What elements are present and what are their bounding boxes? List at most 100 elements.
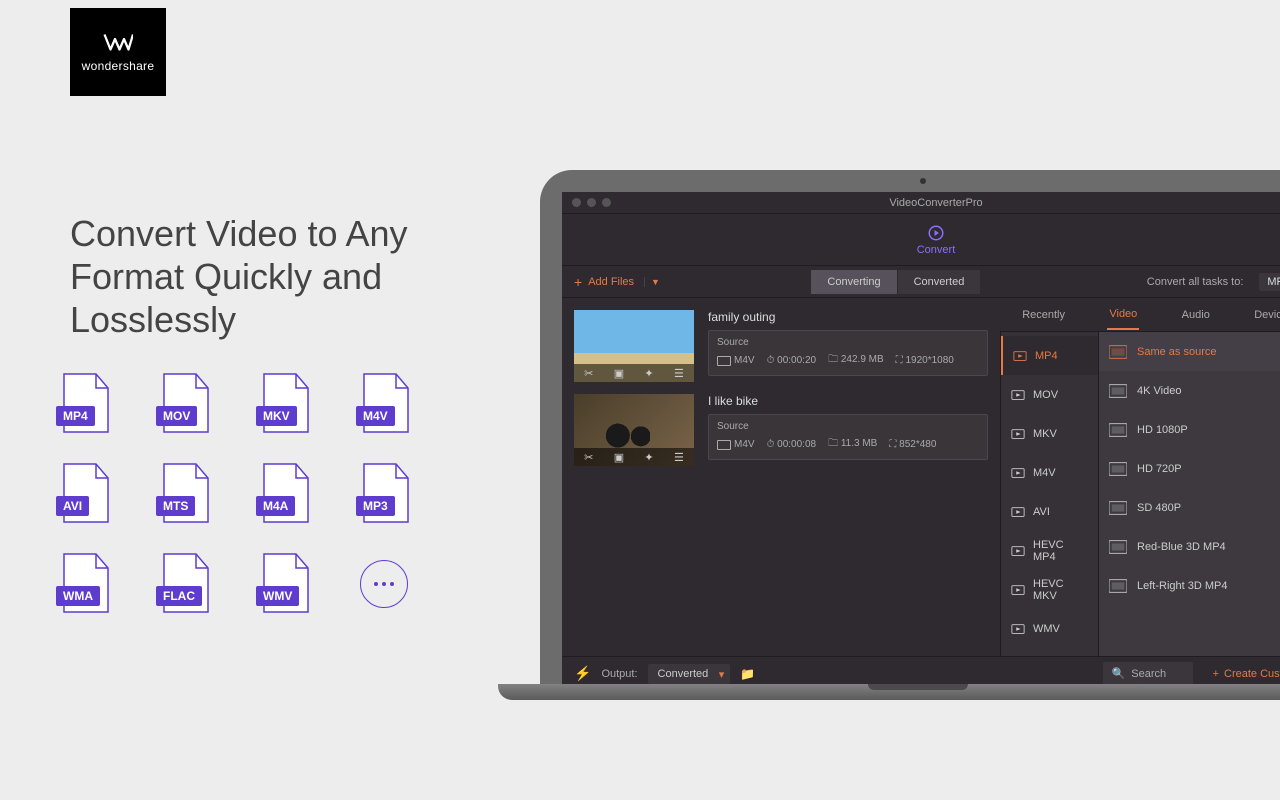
main-area: ✂ ▣ ✦ ☰ family outing Source M4V ⏱ 00:00… (562, 298, 1280, 656)
preset-item[interactable]: Same as sourceOrig (1099, 332, 1280, 371)
preset-label: SD 480P (1137, 502, 1181, 514)
seg-converting[interactable]: Converting (811, 270, 897, 294)
preset-label: HD 720P (1137, 463, 1182, 475)
preset-item[interactable]: HD 720P (1099, 449, 1280, 488)
task-thumbnail[interactable]: ✂ ▣ ✦ ☰ (574, 310, 694, 382)
window-title: VideoConverterPro (889, 197, 982, 209)
preset-label: Red-Blue 3D MP4 (1137, 541, 1226, 553)
type-label: M4V (1033, 467, 1056, 479)
camera-dot (920, 178, 926, 184)
type-mkv[interactable]: MKV (1001, 414, 1098, 453)
format-label: MKV (256, 406, 297, 426)
convert-all-value[interactable]: MP4 (1259, 273, 1280, 291)
task-title: family outing (708, 310, 988, 324)
fmt-stat: M4V (717, 355, 755, 366)
type-label: HEVC MP4 (1033, 539, 1088, 563)
type-label: WMV (1033, 623, 1060, 635)
size-stat: 🗀 11.3 MB (828, 436, 877, 453)
format-label: MTS (156, 496, 195, 516)
task-title: I like bike (708, 394, 988, 408)
format-m4v: M4V (360, 372, 412, 434)
convert-all-label: Convert all tasks to: (1147, 276, 1244, 288)
format-label: MP4 (56, 406, 95, 426)
status-segment: Converting Converted (811, 270, 981, 294)
trim-icon[interactable]: ✂ (584, 451, 593, 464)
app-screen: VideoConverterPro Convert Add Files ▼ Co… (562, 192, 1280, 690)
seg-converted[interactable]: Converted (898, 270, 982, 294)
cat-tab-audio[interactable]: Audio (1180, 309, 1212, 321)
format-grid: MP4 MOV MKV M4V AVI MTS M4A MP3 WMA FLAC WMV (60, 372, 460, 614)
type-mp4[interactable]: MP4 (1001, 336, 1098, 375)
format-mts: MTS (160, 462, 212, 524)
res-stat: ⛶ 852*480 (889, 439, 936, 450)
task-meta: family outing Source M4V ⏱ 00:00:20 🗀 24… (708, 310, 988, 382)
preset-item[interactable]: SD 480P (1099, 488, 1280, 527)
add-files-label: Add Files (588, 276, 634, 288)
traffic-lights[interactable] (572, 198, 611, 207)
output-label: Output: (601, 668, 637, 680)
type-mov[interactable]: MOV (1001, 375, 1098, 414)
type-label: AVI (1033, 506, 1050, 518)
format-label: FLAC (156, 586, 202, 606)
create-custom-button[interactable]: Create Custom (1213, 668, 1280, 680)
source-box: Source M4V ⏱ 00:00:20 🗀 242.9 MB ⛶ 1920*… (708, 330, 988, 376)
app-header[interactable]: Convert (562, 214, 1280, 266)
source-label: Source (717, 337, 979, 348)
preset-label: 4K Video (1137, 385, 1181, 397)
effect-icon[interactable]: ✦ (644, 451, 653, 464)
category-tabs: Recently Video Audio Device (1000, 298, 1280, 332)
type-label: HEVC MKV (1033, 578, 1088, 602)
dur-stat: ⏱ 00:00:08 (767, 439, 817, 450)
crop-icon[interactable]: ▣ (614, 367, 624, 380)
effect-icon[interactable]: ✦ (644, 367, 653, 380)
format-wma: WMA (60, 552, 112, 614)
preset-item[interactable]: 4K Video (1099, 371, 1280, 410)
search-input[interactable]: 🔍 Search (1103, 662, 1193, 685)
cat-tab-recently[interactable]: Recently (1020, 309, 1067, 321)
gpu-icon[interactable]: ⚡ (574, 665, 591, 682)
cat-tab-video[interactable]: Video (1107, 308, 1139, 330)
preset-item[interactable]: Red-Blue 3D MP4 (1099, 527, 1280, 566)
crop-icon[interactable]: ▣ (614, 451, 624, 464)
laptop-mockup: VideoConverterPro Convert Add Files ▼ Co… (540, 170, 1280, 690)
fmt-stat: M4V (717, 439, 755, 450)
type-hevc-mp4[interactable]: HEVC MP4 (1001, 531, 1098, 570)
source-box: Source M4V ⏱ 00:00:08 🗀 11.3 MB ⛶ 852*48… (708, 414, 988, 460)
format-label: M4V (356, 406, 395, 426)
preset-item[interactable]: HD 1080P (1099, 410, 1280, 449)
type-avi[interactable]: AVI (1001, 492, 1098, 531)
task-thumbnail[interactable]: ✂ ▣ ✦ ☰ (574, 394, 694, 466)
more-icon[interactable]: ☰ (674, 451, 684, 464)
type-wmv[interactable]: WMV (1001, 609, 1098, 648)
format-mp4: MP4 (60, 372, 112, 434)
preset-label: Same as source (1137, 346, 1216, 358)
preset-label: Left-Right 3D MP4 (1137, 580, 1227, 592)
task-row[interactable]: ✂ ▣ ✦ ☰ family outing Source M4V ⏱ 00:00… (574, 310, 988, 382)
type-label: MKV (1033, 428, 1057, 440)
type-hevc-mkv[interactable]: HEVC MKV (1001, 570, 1098, 609)
open-folder-icon[interactable]: 📁 (740, 667, 755, 681)
preset-item[interactable]: Left-Right 3D MP4 (1099, 566, 1280, 605)
format-label: MP3 (356, 496, 395, 516)
add-files-button[interactable]: Add Files (574, 274, 634, 290)
type-label: MOV (1033, 389, 1058, 401)
format-wmv: WMV (260, 552, 312, 614)
search-placeholder: Search (1131, 668, 1166, 680)
format-mp3: MP3 (360, 462, 412, 524)
brand-text: wondershare (82, 59, 155, 73)
type-m4v[interactable]: M4V (1001, 453, 1098, 492)
more-icon[interactable]: ☰ (674, 367, 684, 380)
more-formats-button[interactable] (360, 560, 408, 608)
output-select[interactable]: Converted (648, 664, 731, 684)
format-label: MOV (156, 406, 197, 426)
format-m4a: M4A (260, 462, 312, 524)
add-files-dropdown[interactable]: ▼ (644, 277, 666, 287)
task-list: ✂ ▣ ✦ ☰ family outing Source M4V ⏱ 00:00… (562, 298, 1000, 656)
trim-icon[interactable]: ✂ (584, 367, 593, 380)
laptop-base (498, 684, 1280, 700)
type-label: MP4 (1035, 350, 1058, 362)
task-row[interactable]: ✂ ▣ ✦ ☰ I like bike Source M4V ⏱ 00:00:0… (574, 394, 988, 466)
format-label: M4A (256, 496, 295, 516)
format-avi: AVI (60, 462, 112, 524)
cat-tab-device[interactable]: Device (1252, 309, 1280, 321)
